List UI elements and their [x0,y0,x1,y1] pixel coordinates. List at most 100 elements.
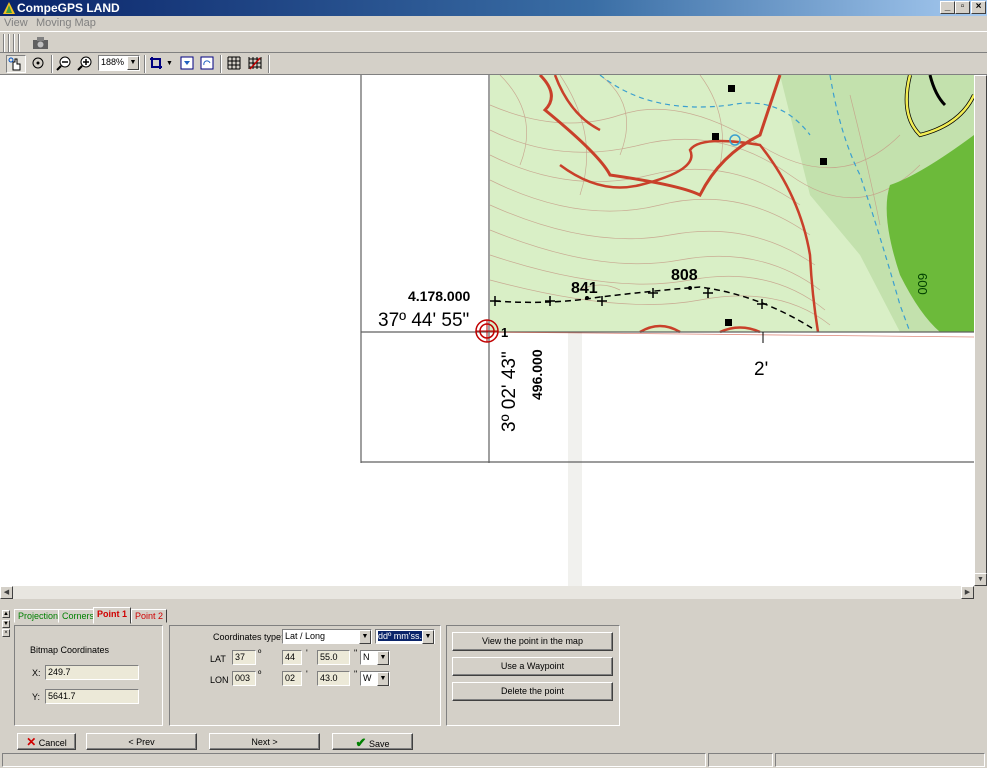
toolbar-grip [8,34,10,52]
crop-dropdown[interactable]: ▼ [166,55,176,73]
close-button[interactable]: × [971,1,986,14]
chevron-down-icon[interactable]: ▼ [359,630,371,644]
chevron-down-icon: ▼ [166,60,173,67]
menu-view[interactable]: View [4,17,28,29]
tab-projection[interactable]: Projection [14,609,63,623]
cancel-button[interactable]: ✕ Cancel [17,733,76,750]
panel-pin-icon[interactable]: ▼ [2,620,10,628]
summit-point [688,286,692,290]
vertical-scrollbar[interactable]: ▼ [974,75,987,586]
latitude-label: 37º 44' 55" [378,310,469,331]
coordinates-type-value: Lat / Long [285,631,326,641]
toolbar-separator [268,55,270,73]
calibration-point-number: 1 [501,325,508,340]
degree-symbol: º [258,648,262,658]
coordinates-type-select[interactable]: Lat / Long ▼ [282,629,372,644]
y-label: Y: [32,692,41,702]
lon-seconds-value: 43.0 [320,673,338,683]
camera-button[interactable] [31,34,51,52]
toolbar-grip [13,34,15,52]
vertical-scroll-thumb[interactable] [974,75,987,575]
lat-hemisphere-value: N [363,652,370,662]
lon-seconds-field[interactable]: 43.0 [317,671,350,686]
scroll-down-arrow-icon[interactable]: ▼ [974,573,987,586]
tab-corners[interactable]: Corners [58,609,99,623]
point-actions-panel: View the point in the map Use a Waypoint… [446,625,620,726]
degree-symbol: º [258,669,262,679]
lon-minutes-field[interactable]: 02 [282,671,302,686]
zoom-in-button[interactable] [76,55,96,73]
lon-degrees-value: 003 [235,673,251,683]
status-cell [775,753,985,767]
chevron-down-icon[interactable]: ▼ [377,672,389,686]
lat-minutes-field[interactable]: 44 [282,650,302,665]
save-button[interactable]: ✔ Save [332,733,413,750]
coordinates-type-label: Coordinates type: [213,632,284,642]
lat-seconds-field[interactable]: 55.0 [317,650,350,665]
status-cell [2,753,706,767]
lon-degrees-field[interactable]: 003 [232,671,256,686]
second-symbol: " [354,669,358,679]
x-label: X: [32,668,41,678]
coordinates-format-select[interactable]: ddº mm'ss.s ▼ [375,629,435,644]
elevation-label: 808 [671,267,698,284]
toolbar-separator [144,55,146,73]
chevron-down-icon[interactable]: ▼ [127,56,139,70]
checkmark-icon: ✔ [355,735,367,750]
scroll-left-arrow-icon[interactable]: ◀ [0,586,13,599]
geo-coordinates-panel: Coordinates type: Lat / Long ▼ ddº mm'ss… [169,625,441,726]
lat-degrees-field[interactable]: 37 [232,650,256,665]
toolbar-top [0,31,987,53]
prev-button[interactable]: < Prev [86,733,197,750]
calibration-grid-button[interactable] [246,55,266,73]
lat-minutes-value: 44 [285,652,296,662]
toolbar-grip [18,34,20,52]
lat-label: LAT [210,654,226,664]
coordinates-format-value: ddº mm'ss.s [378,631,427,641]
bitmap-y-field[interactable]: 5641.7 [45,689,139,704]
refresh-icon [200,56,214,70]
tab-point-2[interactable]: Point 2 [131,609,168,623]
scanned-map[interactable]: 4.178.000 37º 44' 55" 841 808 3º 02' 43"… [0,75,974,586]
refresh-button[interactable] [198,55,218,73]
lat-seconds-value: 55.0 [320,652,338,662]
locate-button[interactable] [29,55,49,73]
pan-tool-button[interactable] [6,55,26,73]
toolbar-grip [3,34,5,52]
restore-button[interactable]: ▫ [955,1,970,14]
layer-button[interactable] [178,55,198,73]
contour-elevation-label: 600 [915,273,930,295]
status-cell [708,753,773,767]
calibration-point-marker[interactable] [475,319,499,343]
menu-moving-map[interactable]: Moving Map [36,17,96,29]
use-waypoint-button[interactable]: Use a Waypoint [452,657,613,676]
lat-hemisphere-select[interactable]: N ▼ [360,650,390,665]
chevron-down-icon[interactable]: ▼ [422,630,434,644]
hand-pointer-icon [8,57,21,71]
minute-label: 2' [754,359,768,380]
second-symbol: " [354,648,358,658]
elevation-label: 841 [571,280,598,297]
zoom-out-icon [56,56,71,71]
horizontal-scrollbar[interactable]: ◀ ▶ [0,586,974,599]
lon-hemisphere-select[interactable]: W ▼ [360,671,390,686]
zoom-level-select[interactable]: 188% ▼ [98,55,140,71]
panel-collapse-icon[interactable]: ▲ [2,610,10,618]
target-zoom-icon [32,57,44,69]
zoom-out-button[interactable] [55,55,75,73]
delete-point-button[interactable]: Delete the point [452,682,613,701]
window-title: CompeGPS LAND [17,1,120,15]
crop-button[interactable] [148,55,168,73]
view-point-button[interactable]: View the point in the map [452,632,613,651]
grid-button[interactable] [225,55,245,73]
tab-point-1[interactable]: Point 1 [93,607,132,624]
next-button[interactable]: Next > [209,733,320,750]
map-view[interactable]: 4.178.000 37º 44' 55" 841 808 3º 02' 43"… [0,75,974,586]
minimize-button[interactable]: _ [940,1,955,14]
bitmap-x-field[interactable]: 249.7 [45,665,139,680]
crop-icon [150,57,162,69]
chevron-down-icon[interactable]: ▼ [377,651,389,665]
scroll-right-arrow-icon[interactable]: ▶ [961,586,974,599]
toolbar-map: 188% ▼ ▼ [0,53,987,75]
panel-close-icon[interactable]: × [2,629,10,637]
